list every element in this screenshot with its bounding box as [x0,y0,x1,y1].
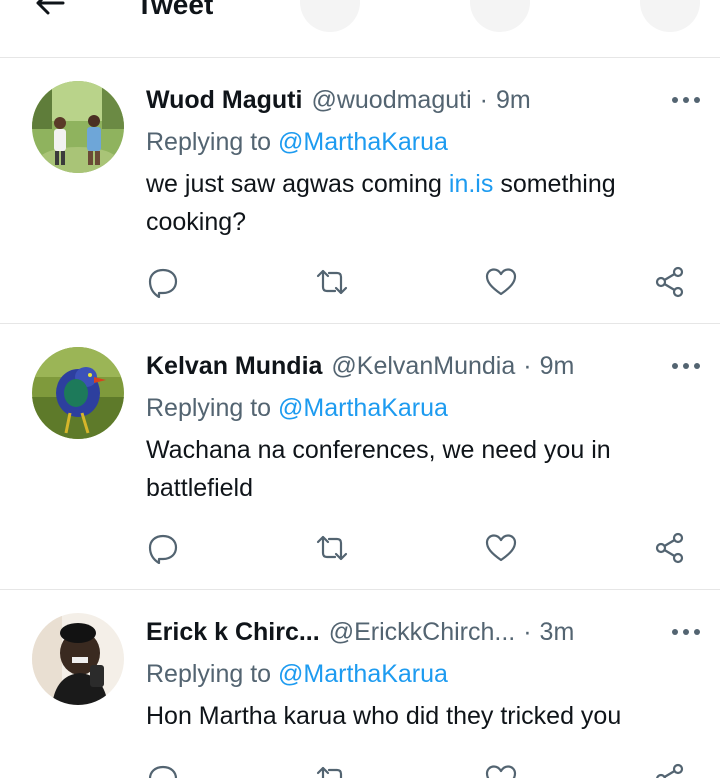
separator-dot: · [523,351,532,380]
top-bar: Tweet [0,0,720,58]
share-icon[interactable] [650,528,690,568]
tweet-text: Wachana na conferences, we need you in b… [146,436,611,502]
replying-to-label: Replying to [146,128,272,156]
replying-to: Replying to @MarthaKarua [146,657,448,691]
mention-link[interactable]: @MarthaKarua [278,394,448,422]
header-overlay-circle [470,0,530,32]
separator-dot: · [523,617,532,646]
tweet-link[interactable]: in.is [449,170,493,198]
more-options-icon[interactable] [666,615,706,649]
header-overlay-circle [640,0,700,32]
replying-to-label: Replying to [146,394,272,422]
tweet-meta: Wuod Maguti @wuodmaguti · 9m [146,83,700,117]
tweet-text: we just saw agwas coming in.is something… [146,165,691,241]
retweet-icon[interactable] [312,759,352,778]
tweet-meta: Erick k Chirc... @ErickkChirch... · 3m [146,615,700,649]
reply-icon[interactable] [143,759,183,778]
reply-icon[interactable] [143,262,183,302]
more-options-icon[interactable] [666,83,706,117]
mention-link[interactable]: @MarthaKarua [278,660,448,688]
tweet-text: Hon Martha karua who did they tricked yo… [146,702,622,730]
retweet-icon[interactable] [312,528,352,568]
tweet-meta: Kelvan Mundia @KelvanMundia · 9m [146,349,700,383]
replying-to: Replying to @MarthaKarua [146,125,448,159]
avatar[interactable] [32,613,124,705]
timestamp[interactable]: 9m [496,86,531,115]
reply-tweet[interactable]: Kelvan Mundia @KelvanMundia · 9m Replyin… [0,325,720,590]
author-handle[interactable]: @wuodmaguti [311,86,471,115]
author-name[interactable]: Erick k Chirc... [146,618,320,647]
page-title: Tweet [136,0,214,20]
share-icon[interactable] [650,262,690,302]
author-handle[interactable]: @ErickkChirch... [329,618,516,647]
avatar[interactable] [32,347,124,439]
retweet-icon[interactable] [312,262,352,302]
more-options-icon[interactable] [666,349,706,383]
reply-icon[interactable] [143,528,183,568]
arrow-left-icon[interactable] [30,0,70,20]
author-name[interactable]: Kelvan Mundia [146,352,322,381]
author-name[interactable]: Wuod Maguti [146,86,302,115]
like-icon[interactable] [481,528,521,568]
tweet-text-part: we just saw agwas coming [146,170,449,198]
author-handle[interactable]: @KelvanMundia [331,352,515,381]
share-icon[interactable] [650,759,690,778]
timestamp[interactable]: 9m [540,352,575,381]
like-icon[interactable] [481,759,521,778]
mention-link[interactable]: @MarthaKarua [278,128,448,156]
reply-tweet[interactable]: Wuod Maguti @wuodmaguti · 9m Replying to… [0,59,720,324]
separator-dot: · [479,85,488,114]
header-overlay-circle [300,0,360,32]
replying-to: Replying to @MarthaKarua [146,391,448,425]
timestamp[interactable]: 3m [540,618,575,647]
like-icon[interactable] [481,262,521,302]
reply-tweet[interactable]: Erick k Chirc... @ErickkChirch... · 3m R… [0,591,720,778]
avatar[interactable] [32,81,124,173]
replying-to-label: Replying to [146,660,272,688]
